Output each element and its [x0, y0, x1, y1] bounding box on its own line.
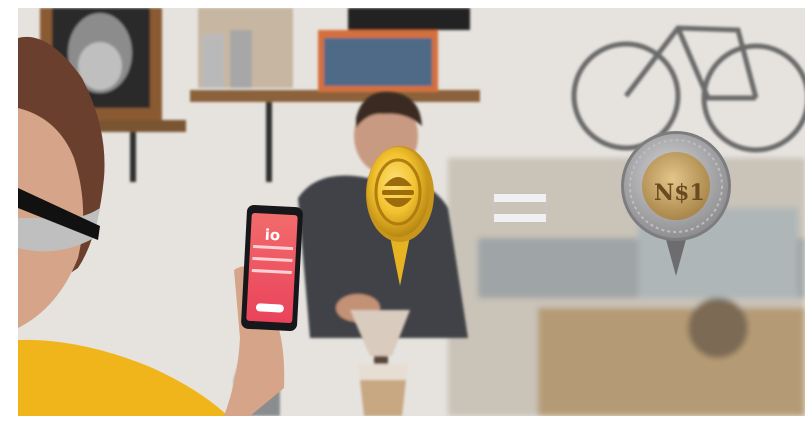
scene-illustration: io N$1 [18, 8, 805, 416]
letterbox-left [0, 0, 18, 423]
peso-coin-label: N$1 [654, 180, 705, 206]
letterbox-bottom [0, 416, 805, 423]
cafe-scene: io N$1 [18, 8, 805, 416]
photo-frame: io N$1 [0, 0, 805, 423]
phone-app-logo: io [264, 226, 280, 245]
letterbox-top [0, 0, 805, 8]
phone [241, 204, 303, 332]
